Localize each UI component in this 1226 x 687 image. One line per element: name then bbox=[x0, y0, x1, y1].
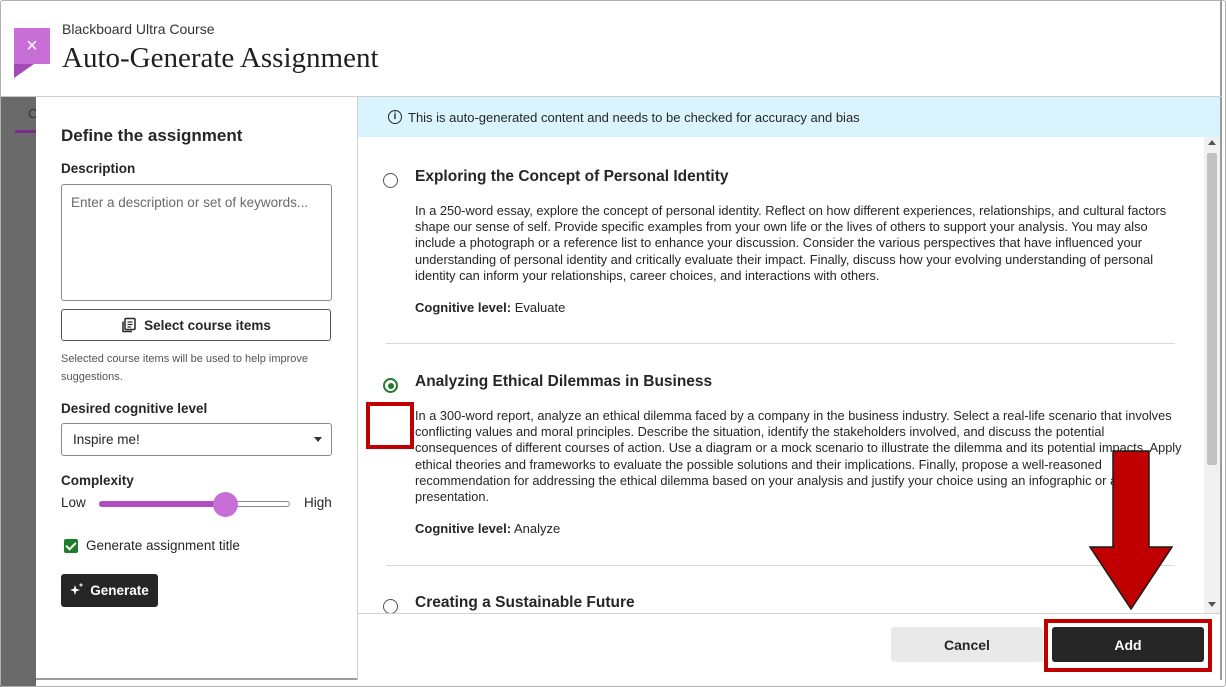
slider-fill bbox=[99, 501, 225, 507]
callout-arrow-icon bbox=[1088, 450, 1174, 611]
suggestion-title: Exploring the Concept of Personal Identi… bbox=[415, 168, 729, 185]
notice-text: This is auto-generated content and needs… bbox=[408, 110, 860, 125]
complexity-high-label: High bbox=[304, 495, 332, 510]
generate-title-label: Generate assignment title bbox=[86, 538, 240, 553]
suggestion-body: In a 300-word report, analyze an ethical… bbox=[415, 408, 1182, 505]
sparkle-icon bbox=[70, 582, 84, 599]
suggestion-radio[interactable] bbox=[383, 173, 398, 188]
close-button[interactable]: × bbox=[14, 28, 50, 64]
description-label: Description bbox=[61, 161, 136, 176]
section-title: Define the assignment bbox=[61, 126, 243, 145]
cancel-button[interactable]: Cancel bbox=[891, 627, 1043, 662]
background-course-page: C bbox=[0, 0, 37, 687]
select-course-items-label: Select course items bbox=[144, 317, 271, 333]
course-items-icon bbox=[121, 317, 137, 333]
description-input[interactable]: Enter a description or set of keywords..… bbox=[61, 184, 332, 301]
ai-content-notice: i This is auto-generated content and nee… bbox=[358, 97, 1220, 137]
background-active-tab-underline bbox=[15, 130, 36, 133]
add-button[interactable]: Add bbox=[1052, 627, 1204, 662]
complexity-slider[interactable] bbox=[99, 492, 292, 517]
suggestion-body: In a 250-word essay, explore the concept… bbox=[415, 203, 1167, 283]
page-title: Auto-Generate Assignment bbox=[62, 42, 379, 74]
slider-thumb[interactable] bbox=[213, 492, 238, 517]
chevron-down-icon bbox=[314, 437, 322, 442]
description-placeholder: Enter a description or set of keywords..… bbox=[71, 195, 309, 210]
suggestions-scrollbar[interactable] bbox=[1204, 137, 1220, 613]
complexity-low-label: Low bbox=[61, 495, 86, 510]
cognitive-level-value: Evaluate bbox=[514, 300, 566, 315]
close-icon: × bbox=[26, 34, 38, 57]
define-assignment-pane: Define the assignment Description Enter … bbox=[36, 97, 358, 680]
suggestion-divider bbox=[386, 565, 1175, 566]
cognitive-level-value: Analyze bbox=[513, 521, 561, 536]
auto-generate-panel: Blackboard Ultra Course Auto-Generate As… bbox=[36, 0, 1222, 680]
selected-radio-highlight bbox=[366, 402, 414, 449]
course-name: Blackboard Ultra Course bbox=[62, 21, 215, 37]
suggestion-radio[interactable] bbox=[383, 599, 398, 613]
suggestions-list[interactable]: Exploring the Concept of Personal Identi… bbox=[358, 137, 1206, 613]
scrollbar-thumb[interactable] bbox=[1207, 153, 1217, 465]
suggestion-title: Analyzing Ethical Dilemmas in Business bbox=[415, 373, 713, 390]
cognitive-level-key: Cognitive level: bbox=[415, 521, 512, 536]
panel-header: Blackboard Ultra Course Auto-Generate As… bbox=[36, 0, 1222, 97]
cognitive-level-value: Inspire me! bbox=[73, 432, 140, 447]
suggestion-divider bbox=[386, 343, 1175, 344]
cognitive-level-select[interactable]: Inspire me! bbox=[61, 423, 332, 456]
generate-button-label: Generate bbox=[90, 583, 149, 598]
course-items-hint: Selected course items will be used to he… bbox=[61, 353, 309, 383]
background-divider bbox=[0, 96, 36, 97]
suggestion-title: Creating a Sustainable Future bbox=[415, 594, 635, 611]
scroll-up-icon[interactable] bbox=[1208, 140, 1216, 145]
generate-button[interactable]: Generate bbox=[61, 574, 158, 607]
select-course-items-button[interactable]: Select course items bbox=[61, 309, 331, 341]
info-icon: i bbox=[388, 110, 402, 124]
suggestion-radio-selected[interactable] bbox=[383, 378, 398, 393]
suggestion-cognitive-level: Cognitive level: Analyze bbox=[415, 521, 560, 536]
cognitive-level-label: Desired cognitive level bbox=[61, 401, 208, 416]
scroll-down-icon[interactable] bbox=[1208, 602, 1216, 607]
cognitive-level-key: Cognitive level: bbox=[415, 300, 512, 315]
complexity-label: Complexity bbox=[61, 473, 134, 488]
panel-footer: Cancel Add bbox=[358, 613, 1220, 680]
generate-title-checkbox[interactable] bbox=[64, 539, 78, 553]
suggestion-cognitive-level: Cognitive level: Evaluate bbox=[415, 300, 565, 315]
close-button-fold bbox=[14, 64, 34, 78]
